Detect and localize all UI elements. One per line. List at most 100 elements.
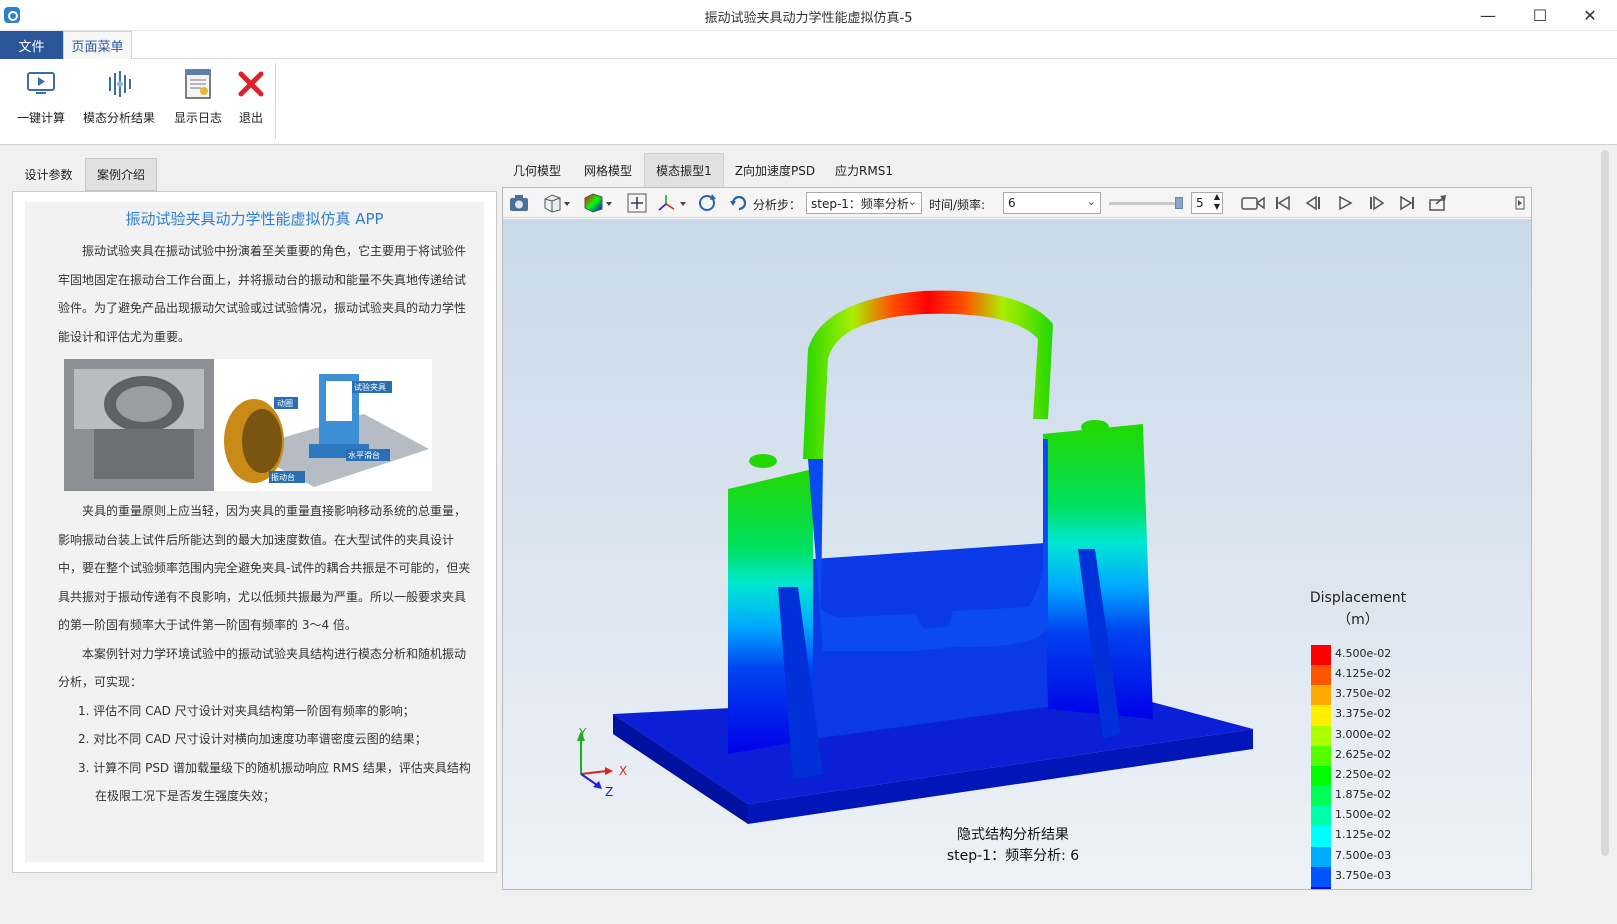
axis-icon — [658, 195, 686, 211]
fixture-illustration: 试验夹具 动圈 水平滑台 振动台 — [64, 359, 432, 491]
tab-case-intro[interactable]: 案例介绍 — [85, 158, 157, 191]
export-button[interactable] — [1425, 192, 1451, 214]
ribbon-separator — [275, 63, 276, 139]
time-freq-value: 6 — [1008, 196, 1016, 210]
screenshot-button[interactable] — [507, 192, 531, 214]
legend-swatch — [1311, 786, 1331, 807]
tab-design-params[interactable]: 设计参数 — [12, 158, 85, 191]
legend-swatch — [1311, 685, 1331, 706]
result-viewer: 分析步： step-1：频率分析 ⌄ 时间/频率: 6 ⌄ 5 ▲ ▼ Y X … — [502, 187, 1532, 890]
modal-analysis-button[interactable]: 模态分析结果 — [80, 67, 158, 137]
legend-label: 1.125e-02 — [1335, 828, 1392, 842]
chevron-down-icon: ⌄ — [1086, 195, 1096, 208]
exit-button[interactable]: 退出 — [234, 67, 268, 137]
list-item: 3. 计算不同 PSD 谱加载量级下的随机振动响应 RMS 结果，评估夹具结构在… — [78, 760, 471, 804]
legend-label: 0.000e+00 — [1335, 889, 1396, 890]
chevron-down-icon: ⌄ — [907, 195, 917, 208]
legend-color-bar — [1311, 645, 1331, 889]
close-icon: ✕ — [1583, 6, 1597, 25]
frame-slider[interactable] — [1109, 197, 1183, 209]
list-item: 1. 评估不同 CAD 尺寸设计对夹具结构第一阶固有频率的影响； — [78, 703, 415, 718]
time-freq-select[interactable]: 6 ⌄ — [1003, 192, 1101, 214]
tab-geometry-model[interactable]: 几何模型 — [502, 153, 572, 187]
first-frame-button[interactable] — [1271, 192, 1295, 214]
3d-viewport[interactable]: Y X Z Displacement （m） 隐式结构分析结果 step-1：频… — [503, 219, 1531, 889]
tab-mesh-model[interactable]: 网格模型 — [572, 153, 644, 187]
label-slip-table: 水平滑台 — [348, 451, 380, 460]
ribbon: 一键计算 模态分析结果 显示日志 退出 — [0, 59, 1617, 145]
legend-label: 2.625e-02 — [1335, 747, 1392, 761]
step-label: 分析步： — [753, 198, 802, 212]
rotate-icon — [699, 194, 716, 211]
view-cube-dropdown[interactable] — [539, 192, 575, 214]
last-frame-button[interactable] — [1395, 192, 1419, 214]
menu-file[interactable]: 文件 — [0, 31, 63, 59]
exit-icon — [234, 67, 268, 101]
caption-step: step-1：频率分析: 6 — [946, 848, 1080, 864]
window-title: 振动试验夹具动力学性能虚拟仿真-5 — [704, 11, 913, 26]
legend-swatch — [1311, 765, 1331, 787]
menu-page[interactable]: 页面菜单 — [63, 31, 132, 59]
cube-icon — [544, 194, 570, 213]
expand-panel-button[interactable] — [1513, 192, 1527, 214]
run-icon — [24, 67, 58, 101]
vertical-scrollbar[interactable] — [1601, 150, 1609, 856]
step-back-icon — [1305, 195, 1320, 211]
slider-handle[interactable] — [1175, 197, 1183, 209]
legend-swatch — [1311, 846, 1331, 868]
modal-analysis-icon — [102, 67, 136, 101]
prev-frame-button[interactable] — [1301, 192, 1325, 214]
legend-label: 3.750e-03 — [1335, 868, 1392, 882]
step-select-value: step-1：频率分析 — [811, 196, 909, 211]
tab-stress-rms1[interactable]: 应力RMS1 — [826, 153, 902, 187]
legend-label: 4.500e-02 — [1335, 647, 1392, 660]
tab-z-accel-psd[interactable]: Z向加速度PSD — [724, 153, 826, 187]
play-button[interactable] — [1333, 192, 1357, 214]
next-frame-button[interactable] — [1365, 192, 1389, 214]
rotate-button[interactable] — [695, 192, 719, 214]
legend-swatch — [1311, 705, 1331, 727]
legend-swatch — [1311, 826, 1331, 848]
export-icon — [1429, 195, 1446, 211]
fit-view-button[interactable] — [625, 192, 649, 214]
video-camera-icon — [1241, 196, 1265, 210]
show-log-label: 显示日志 — [173, 111, 222, 125]
close-button[interactable]: ✕ — [1566, 0, 1614, 31]
frame-spinbox[interactable]: 5 ▲ ▼ — [1191, 192, 1223, 214]
animate-mode-button[interactable] — [727, 192, 751, 214]
legend-swatch — [1311, 886, 1331, 889]
minimize-button[interactable]: — — [1464, 0, 1512, 31]
legend-label: 3.000e-02 — [1335, 727, 1392, 741]
legend-swatch — [1311, 806, 1331, 827]
camera-icon — [510, 195, 528, 211]
color-map-icon — [584, 193, 612, 213]
maximize-icon: ☐ — [1532, 6, 1548, 25]
legend-swatch — [1311, 745, 1331, 767]
case-intro-document[interactable]: 振动试验夹具动力学性能虚拟仿真 APP 振动试验夹具在振动试验中扮演着至关重要的… — [25, 202, 484, 862]
exit-label: 退出 — [238, 111, 263, 125]
case-intro-panel: 振动试验夹具动力学性能虚拟仿真 APP 振动试验夹具在振动试验中扮演着至关重要的… — [12, 191, 497, 873]
run-label: 一键计算 — [16, 111, 65, 125]
axis-view-dropdown[interactable] — [655, 192, 691, 214]
menu-bar: 文件 页面菜单 — [0, 31, 1617, 59]
record-button[interactable] — [1239, 192, 1267, 214]
legend-label: 1.500e-02 — [1335, 808, 1392, 822]
legend-swatch — [1311, 645, 1331, 666]
axis-x-label: X — [619, 764, 628, 778]
run-button[interactable]: 一键计算 — [14, 67, 68, 137]
skip-last-icon — [1400, 195, 1414, 211]
step-forward-icon — [1370, 195, 1385, 211]
axis-z-label: Z — [605, 785, 614, 799]
frame-spin-value: 5 — [1196, 196, 1204, 210]
tab-mode-shape-1[interactable]: 模态振型1 — [644, 153, 724, 187]
color-map-dropdown[interactable] — [579, 192, 617, 214]
doc-paragraph-1: 振动试验夹具在振动试验中扮演着至关重要的角色，它主要用于将试验件牢固地固定在振动… — [58, 244, 467, 344]
maximize-button[interactable]: ☐ — [1516, 0, 1564, 31]
legend-swatch — [1311, 665, 1331, 686]
legend-label: 4.125e-02 — [1335, 667, 1392, 681]
step-select[interactable]: step-1：频率分析 ⌄ — [806, 192, 922, 214]
show-log-button[interactable]: 显示日志 — [170, 67, 226, 137]
legend-label: 1.875e-02 — [1335, 788, 1392, 802]
axis-y-label: Y — [579, 726, 587, 740]
play-icon — [1339, 195, 1353, 211]
